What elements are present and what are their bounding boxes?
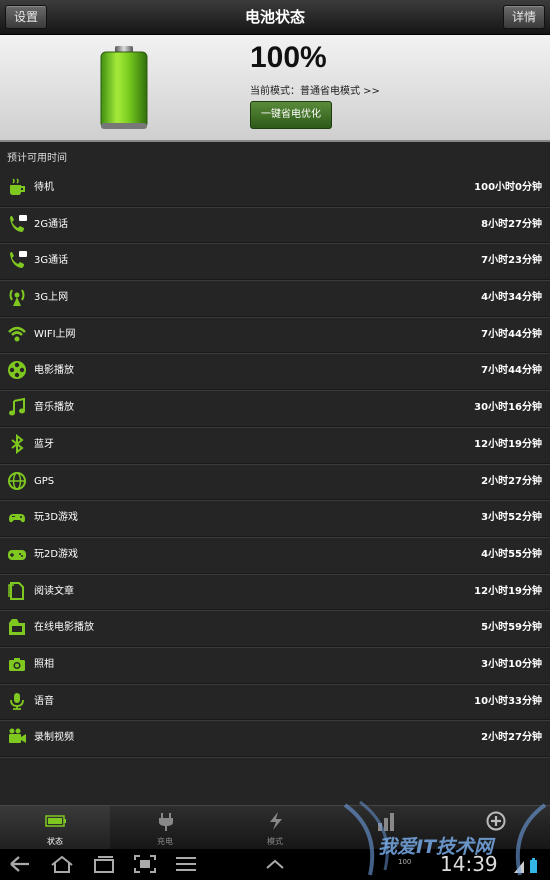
list-item-value: 4小时55分钟 <box>481 548 542 560</box>
list-item-label: 玩3D游戏 <box>34 512 79 524</box>
details-button[interactable]: 详情 <box>502 5 545 29</box>
home-icon[interactable] <box>50 854 74 874</box>
tab-lightning[interactable]: 模式 <box>220 806 330 850</box>
back-icon[interactable] <box>8 854 32 874</box>
list-item[interactable]: 待机 100小时0分钟 <box>0 170 550 207</box>
list-item-label: 在线电影播放 <box>34 622 94 634</box>
list-item-value: 7小时23分钟 <box>481 255 542 267</box>
list-item-label: 蓝牙 <box>34 438 54 450</box>
phone-2g-icon <box>10 214 27 232</box>
plus-circle-icon <box>486 811 506 831</box>
microphone-icon <box>10 692 24 710</box>
battery-header: 100% 当前模式：普通省电模式 >> 一键省电优化 <box>0 35 550 142</box>
list-item-label: 录制视频 <box>34 732 74 744</box>
list-item-value: 7小时44分钟 <box>481 365 542 377</box>
screenshot-icon[interactable] <box>133 854 157 874</box>
list-item-value: 12小时19分钟 <box>474 585 542 597</box>
camera-icon <box>9 657 25 671</box>
phone-3g-icon <box>10 251 27 269</box>
list-item-label: 电影播放 <box>34 365 74 377</box>
gamepad-2d-icon <box>8 549 26 560</box>
chevron-up-icon[interactable] <box>263 854 287 874</box>
bluetooth-icon <box>11 433 24 454</box>
list-item-value: 30小时16分钟 <box>474 402 542 414</box>
list-item-label: 待机 <box>34 182 54 193</box>
list-item-value: 5小时59分钟 <box>481 622 542 634</box>
list-item-value: 2小时27分钟 <box>481 475 542 487</box>
lightning-icon <box>270 812 282 830</box>
tab-label: 充电 <box>157 837 173 846</box>
list-item[interactable]: 阅读文章 12小时19分钟 <box>0 574 550 611</box>
list-item-value: 100小时0分钟 <box>474 182 542 193</box>
list-item-value: 4小时34分钟 <box>481 292 542 304</box>
list-item-value: 3小时52分钟 <box>481 512 542 524</box>
gamepad-3d-icon <box>9 514 25 523</box>
list-item[interactable]: 电影播放 7小时44分钟 <box>0 353 550 391</box>
list-item[interactable]: WIFI上网 7小时44分钟 <box>0 317 550 354</box>
list-item-value: 7小时44分钟 <box>481 328 542 340</box>
battery-percent: 100% <box>250 41 327 74</box>
list-item-label: GPS <box>34 475 55 487</box>
list-item-value: 10小时33分钟 <box>474 695 542 707</box>
list-item[interactable]: 蓝牙 12小时19分钟 <box>0 427 550 464</box>
wifi-icon <box>8 326 26 342</box>
list-item[interactable]: 3G上网 4小时34分钟 <box>0 280 550 317</box>
watermark-text: 我爱IT技术网 <box>378 836 494 858</box>
title-bar: 设置 电池状态 详情 <box>0 0 550 35</box>
list-item-value: 2小时27分钟 <box>481 732 542 744</box>
tab-plug[interactable]: 充电 <box>110 806 220 850</box>
section-label: 预计可用时间 <box>7 153 67 164</box>
bar-chart-icon <box>378 813 394 831</box>
list-item[interactable]: 3G通话 7小时23分钟 <box>0 243 550 281</box>
plug-icon <box>159 813 173 831</box>
list-item[interactable]: 语音 10小时33分钟 <box>0 684 550 721</box>
list-item-label: 照相 <box>34 658 54 670</box>
list-item-value: 3小时10分钟 <box>481 658 542 670</box>
coffee-cup-icon <box>10 178 25 195</box>
tab-label: 状态 <box>47 837 63 846</box>
battery-small-label: 100 <box>398 858 412 866</box>
list-item[interactable]: 录制视频 2小时27分钟 <box>0 720 550 757</box>
list-item[interactable]: 玩2D游戏 4小时55分钟 <box>0 537 550 574</box>
usage-list: 待机 100小时0分钟 2G通话 8小时27分钟 3G通话 7小时23分钟 3G上网 4小时3… <box>0 170 550 757</box>
tab-label: 模式 <box>267 837 283 846</box>
menu-icon[interactable] <box>174 854 198 874</box>
list-item-label: 语音 <box>34 695 54 707</box>
list-item-label: 玩2D游戏 <box>34 548 79 560</box>
optimize-button[interactable]: 一键省电优化 <box>250 101 332 129</box>
list-item[interactable]: 2G通话 8小时27分钟 <box>0 207 550 244</box>
list-item-label: 3G通话 <box>34 255 69 267</box>
list-item-value: 8小时27分钟 <box>481 218 542 230</box>
globe-icon <box>8 471 26 490</box>
document-icon <box>8 581 24 600</box>
film-reel-icon <box>8 361 26 380</box>
list-item-label: 阅读文章 <box>34 585 74 597</box>
list-item-label: 3G上网 <box>34 292 69 304</box>
music-note-icon <box>9 397 25 416</box>
list-item-label: 2G通话 <box>34 218 69 230</box>
online-video-icon <box>9 619 25 636</box>
list-item-label: WIFI上网 <box>34 328 76 340</box>
list-item[interactable]: GPS 2小时27分钟 <box>0 464 550 501</box>
battery-large-icon <box>100 46 148 129</box>
list-item[interactable]: 音乐播放 30小时16分钟 <box>0 390 550 427</box>
list-item-label: 音乐播放 <box>34 402 74 414</box>
page-title: 电池状态 <box>244 8 305 26</box>
list-item[interactable]: 在线电影播放 5小时59分钟 <box>0 610 550 647</box>
recent-apps-icon[interactable] <box>92 854 116 874</box>
video-camera-icon <box>9 728 26 744</box>
antenna-icon <box>9 289 25 307</box>
list-item[interactable]: 玩3D游戏 3小时52分钟 <box>0 500 550 537</box>
current-mode-link[interactable]: 当前模式：普通省电模式 >> <box>250 82 380 97</box>
list-item-value: 12小时19分钟 <box>474 438 542 450</box>
list-item[interactable]: 照相 3小时10分钟 <box>0 647 550 684</box>
signal-battery-icon <box>514 858 537 873</box>
battery-icon <box>45 815 66 827</box>
tab-battery[interactable]: 状态 <box>0 806 110 850</box>
